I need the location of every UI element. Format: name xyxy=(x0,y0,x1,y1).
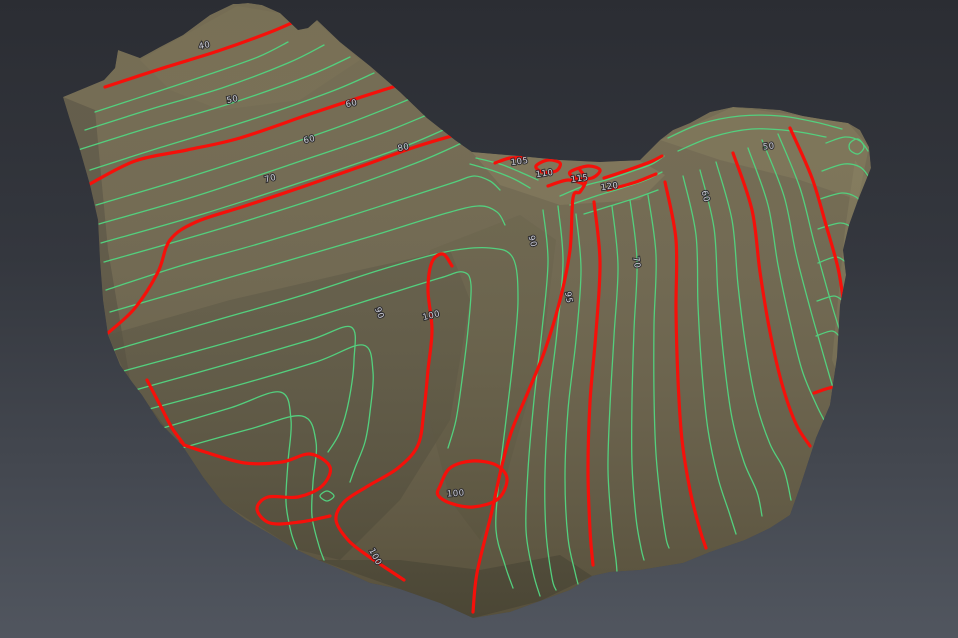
elevation-label: 95 xyxy=(562,291,574,304)
elevation-label: 100 xyxy=(447,488,465,499)
terrain-scene: 4050607060809010010010090957060501051101… xyxy=(0,0,958,638)
viewport-3d[interactable]: 4050607060809010010010090957060501051101… xyxy=(0,0,958,638)
elevation-label: 70 xyxy=(630,256,642,269)
elevation-label: 50 xyxy=(762,141,775,152)
terrain-group: 4050607060809010010010090957060501051101… xyxy=(0,0,958,638)
